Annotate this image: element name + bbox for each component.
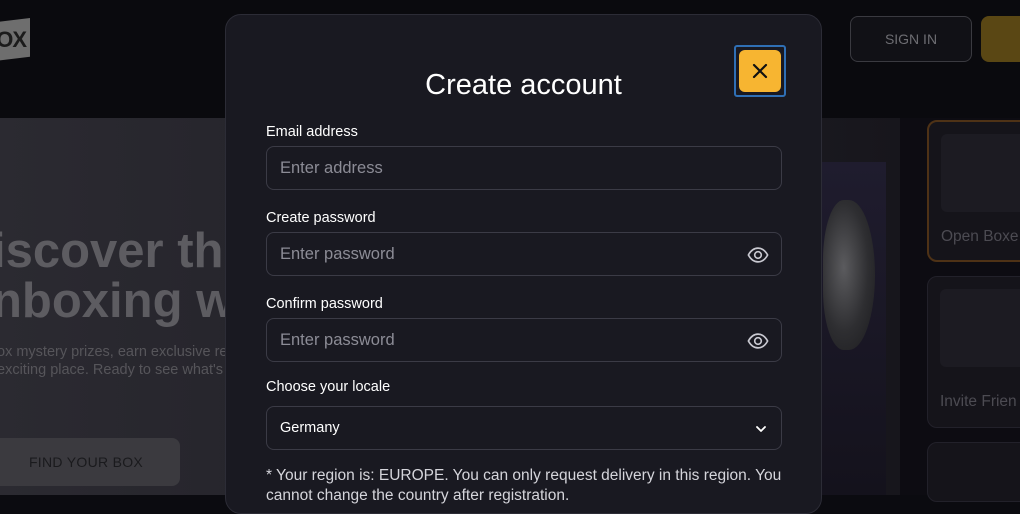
- create-account-modal: Create account Email address Create pass…: [225, 14, 822, 514]
- create-password-label: Create password: [266, 210, 376, 226]
- hero-title-line-2: nboxing w: [0, 274, 235, 328]
- eye-icon[interactable]: [747, 330, 769, 352]
- hero-subtitle-line-1: ox mystery prizes, earn exclusive rew: [0, 344, 238, 360]
- email-field-box: [266, 146, 782, 190]
- side-card-label: Open Boxe: [941, 228, 1019, 245]
- close-icon: [752, 63, 768, 79]
- locale-select[interactable]: Germany: [266, 406, 782, 450]
- create-password-input[interactable]: [267, 233, 720, 275]
- sign-up-button[interactable]: [981, 16, 1020, 62]
- find-your-box-button[interactable]: FIND YOUR BOX: [0, 438, 180, 486]
- eye-icon[interactable]: [747, 244, 769, 266]
- close-button-face[interactable]: [739, 50, 781, 92]
- headphones-image: [823, 200, 875, 350]
- side-card-thumbnail: [941, 134, 1020, 212]
- side-card-thumbnail: [940, 289, 1020, 367]
- region-note: * Your region is: EUROPE. You can only r…: [266, 467, 782, 504]
- confirm-password-field-box: [266, 318, 782, 362]
- sign-in-button[interactable]: SIGN IN: [850, 16, 972, 62]
- locale-selected-value: Germany: [280, 420, 340, 436]
- side-card-invite-friends[interactable]: Invite Frien: [927, 276, 1020, 428]
- side-card-more[interactable]: [927, 442, 1020, 502]
- side-card-open-boxes[interactable]: Open Boxe: [927, 120, 1020, 262]
- email-input[interactable]: [267, 147, 720, 189]
- hero-subtitle-line-2: exciting place. Ready to see what's in: [0, 362, 239, 378]
- hero-title-line-1: iscover the: [0, 224, 251, 278]
- confirm-password-input[interactable]: [267, 319, 720, 361]
- locale-label: Choose your locale: [266, 379, 391, 395]
- site-logo[interactable]: OX: [0, 18, 30, 62]
- chevron-down-icon: [756, 426, 766, 432]
- hero-title: iscover the nboxing w: [0, 226, 251, 326]
- confirm-password-label: Confirm password: [266, 296, 383, 312]
- create-password-field-box: [266, 232, 782, 276]
- modal-title: Create account: [425, 69, 622, 101]
- side-card-label: Invite Frien: [940, 393, 1017, 410]
- hero-subtitle: ox mystery prizes, earn exclusive rew ex…: [0, 343, 238, 379]
- email-label: Email address: [266, 124, 358, 140]
- close-button[interactable]: [734, 45, 786, 97]
